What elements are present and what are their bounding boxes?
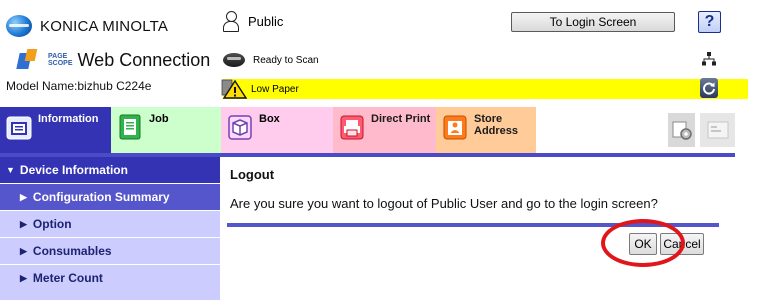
user-label: Public [248,13,284,29]
globe-logo-icon [6,15,32,37]
product-title: Web Connection [77,49,211,70]
sidebar-item-consumables[interactable]: ▶ Consumables [0,237,220,264]
scan-status: Ready to Scan [223,50,748,70]
content-divider [227,223,719,227]
current-user: Public [223,11,284,32]
konica-minolta-logo: KONICA MINOLTA [6,14,168,38]
network-icon[interactable] [702,52,716,66]
to-login-screen-button[interactable]: To Login Screen [511,12,675,32]
tab-direct-print[interactable]: Direct Print [333,107,436,153]
triangle-right-icon: ▶ [20,218,27,229]
triangle-right-icon: ▶ [20,191,27,202]
sidebar-item-meter-count[interactable]: ▶ Meter Count [0,264,220,291]
tab-box[interactable]: Box [221,107,333,153]
refresh-icon [703,82,715,95]
sidebar: ▼ Device Information ▶ Configuration Sum… [0,157,220,300]
control-panel-icon [707,121,728,139]
triangle-right-icon: ▶ [20,245,27,256]
sidebar-item-label: Option [32,217,72,231]
scan-status-text: Ready to Scan [253,54,319,66]
cancel-button[interactable]: Cancel [660,233,704,255]
logout-confirmation-message: Are you sure you want to logout of Publi… [230,196,658,211]
main-tab-bar: Information Job Box Direct Print Store A… [0,107,735,153]
tab-job[interactable]: Job [111,107,221,153]
model-label: Model Name: [6,79,78,93]
help-button[interactable]: ? [698,11,721,33]
warning-icon [221,79,247,99]
sidebar-item-label: Configuration Summary [32,190,170,204]
sidebar-item-label: Consumables [32,244,112,258]
utility-settings-button[interactable] [668,113,695,147]
tab-bar-spacer [536,107,668,153]
refresh-button[interactable] [700,78,718,98]
sidebar-header-device-information[interactable]: ▼ Device Information [0,157,220,183]
user-icon [223,11,239,32]
information-icon [6,116,32,140]
pagescope-wordmark: PAGE SCOPE [48,53,73,67]
tab-store-address[interactable]: Store Address [436,107,536,153]
page-title: Logout [230,167,275,182]
warning-status-bar: Low Paper [221,79,748,99]
tab-box-label: Box [259,113,280,125]
box-icon [228,115,252,140]
pagescope-icon [16,49,44,71]
warning-status-text: Low Paper [251,83,299,95]
sidebar-item-option[interactable]: ▶ Option [0,210,220,237]
tab-store-address-label: Store Address [474,113,519,137]
tab-job-label: Job [149,113,169,125]
ok-button[interactable]: OK [629,233,657,255]
scanner-icon [223,53,245,67]
triangle-right-icon: ▶ [20,272,27,283]
brand-name: KONICA MINOLTA [40,17,169,35]
sidebar-item-configuration-summary[interactable]: ▶ Configuration Summary [0,183,220,210]
model-value: bizhub C224e [77,79,152,93]
triangle-down-icon: ▼ [6,165,15,175]
admin-panel-button[interactable] [700,113,735,147]
model-name: Model Name:bizhub C224e [6,79,151,93]
sidebar-item-label: Meter Count [32,271,103,285]
direct-print-icon [340,115,364,140]
sidebar-header-label: Device Information [19,163,128,177]
tab-information[interactable]: Information [0,107,111,153]
settings-gear-icon [672,121,692,140]
tab-direct-print-label: Direct Print [371,113,431,125]
tab-information-label: Information [38,113,99,125]
store-address-icon [443,115,467,140]
job-icon [119,114,141,140]
pagescope-logo: PAGE SCOPE Web Connection [16,49,211,71]
